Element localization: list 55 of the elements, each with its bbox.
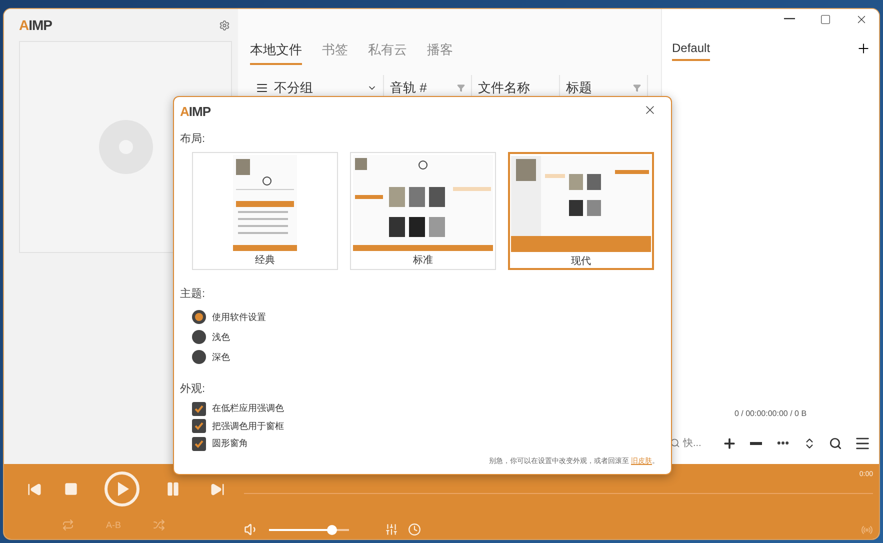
shuffle-icon <box>153 519 166 531</box>
app-logo: AIMP <box>180 104 211 118</box>
layout-label: 经典 <box>255 254 275 267</box>
radio-label: 浅色 <box>212 330 230 344</box>
checkbox-label: 把强调色用于窗框 <box>212 420 284 433</box>
minimize-icon <box>784 18 794 20</box>
checkmark-icon <box>194 421 204 432</box>
settings-icon[interactable] <box>219 20 230 30</box>
maximize-icon <box>820 14 830 24</box>
checkbox-label: 在低栏应用强调色 <box>212 402 284 416</box>
column-title: 音轨 # <box>390 79 427 97</box>
close-icon <box>643 103 657 117</box>
layout-option[interactable]: 现代 <box>508 152 654 270</box>
column-title: 标题 <box>566 79 592 97</box>
radio-label: 使用软件设置 <box>212 310 266 324</box>
column-title: 不分组 <box>274 79 313 97</box>
layout-option[interactable]: 标准 <box>350 152 496 270</box>
stop-icon <box>64 482 78 496</box>
previous-icon <box>26 482 42 496</box>
layout-option[interactable]: 经典 <box>192 152 338 270</box>
play-icon <box>104 471 140 507</box>
checkbox[interactable] <box>192 402 206 416</box>
plus-icon <box>722 436 737 450</box>
equalizer-icon[interactable] <box>385 523 398 536</box>
filter-icon <box>457 84 465 92</box>
clock-icon[interactable] <box>408 523 421 536</box>
search-icon <box>829 436 842 450</box>
filter-icon <box>633 84 641 92</box>
column-title: 文件名称 <box>478 79 530 97</box>
radio-button[interactable] <box>192 330 206 344</box>
playlist-status: 0 / 00:00:00:00 / 0 B <box>733 409 808 420</box>
layout-label: 现代 <box>571 255 591 268</box>
checkbox[interactable] <box>192 419 206 434</box>
next-icon <box>210 482 224 496</box>
app-logo: AIMP <box>19 17 52 33</box>
section-heading: 外观: <box>180 382 206 396</box>
search-icon <box>670 438 680 448</box>
layout-label: 标准 <box>413 254 433 267</box>
add-playlist-icon[interactable] <box>856 41 871 56</box>
radio-label: 深色 <box>212 350 230 364</box>
quick-search-field[interactable]: 快... <box>670 438 714 448</box>
radio-button[interactable] <box>192 350 206 364</box>
library-tab[interactable]: 本地文件 <box>250 41 302 65</box>
checkmark-icon <box>194 404 204 414</box>
section-heading: 主题: <box>180 286 206 301</box>
playlist-tab[interactable]: Default <box>672 41 710 61</box>
radio-button[interactable] <box>192 310 206 324</box>
pause-icon <box>165 481 181 497</box>
checkmark-icon <box>194 438 204 449</box>
menu-icon <box>256 82 268 94</box>
minus-icon <box>750 442 762 444</box>
checkbox-label: 圆形窗角 <box>212 437 248 450</box>
repeat-icon <box>62 519 74 531</box>
section-heading: 布局: <box>180 132 206 146</box>
checkbox[interactable] <box>192 436 206 451</box>
